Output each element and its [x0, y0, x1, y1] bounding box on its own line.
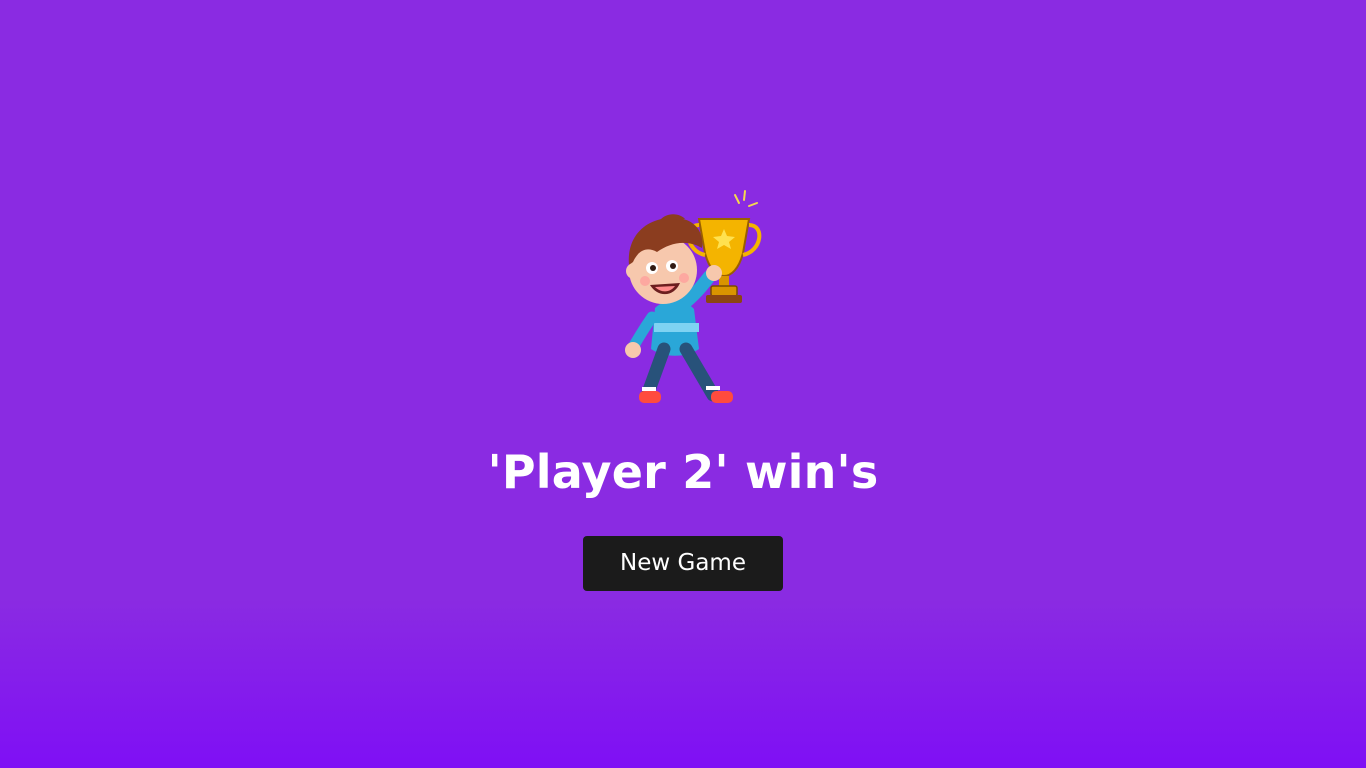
winner-illustration	[603, 185, 773, 420]
winner-message: 'Player 2' win's	[487, 445, 879, 499]
new-game-button[interactable]: New Game	[583, 536, 783, 591]
winner-screen: 'Player 2' win's New Game	[0, 0, 1366, 768]
